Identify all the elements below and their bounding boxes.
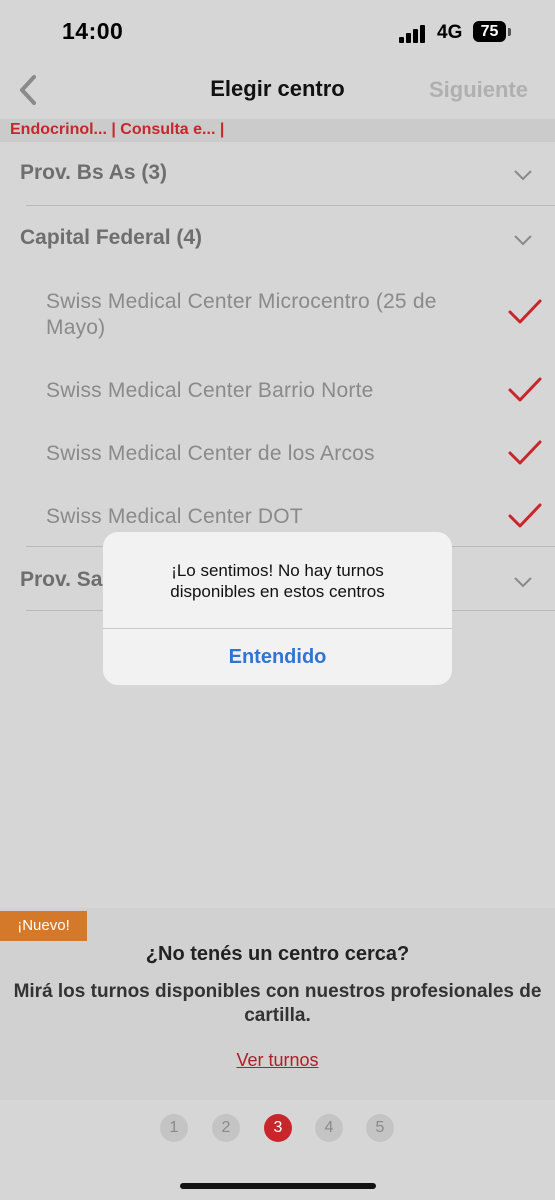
chevron-down-icon[interactable] <box>513 233 533 246</box>
new-badge: ¡Nuevo! <box>0 911 87 941</box>
checkmark-icon <box>507 375 543 405</box>
battery-icon: 75 <box>473 21 506 42</box>
home-indicator <box>180 1183 376 1189</box>
promo-text: Mirá los turnos disponibles con nuestros… <box>13 981 542 1026</box>
cellular-signal-icon <box>399 23 429 43</box>
status-time: 14:00 <box>62 18 124 44</box>
group-prov-bs-as[interactable]: Prov. Bs As (3) <box>20 161 167 185</box>
checkmark-icon <box>507 501 543 531</box>
chevron-down-icon[interactable] <box>513 575 533 588</box>
center-item-barrio-norte[interactable]: Swiss Medical Center Barrio Norte <box>46 378 466 404</box>
center-item-microcentro[interactable]: Swiss Medical Center Microcentro (25 de … <box>46 289 466 341</box>
network-type: 4G <box>437 22 463 43</box>
battery-tip <box>508 28 511 36</box>
center-item-de-los-arcos[interactable]: Swiss Medical Center de los Arcos <box>46 441 466 467</box>
checkmark-icon <box>507 438 543 468</box>
promo-title: ¿No tenés un centro cerca? <box>145 943 410 965</box>
page-step-3: 3 <box>264 1114 292 1142</box>
group-prov-sa[interactable]: Prov. Sa <box>20 568 102 592</box>
page-step-5: 5 <box>366 1114 394 1142</box>
page-step-1: 1 <box>160 1114 188 1142</box>
checkmark-icon <box>507 297 543 327</box>
divider <box>26 205 555 206</box>
page-step-4: 4 <box>315 1114 343 1142</box>
group-capital-federal[interactable]: Capital Federal (4) <box>20 226 202 250</box>
center-item-dot[interactable]: Swiss Medical Center DOT <box>46 504 466 530</box>
page-step-2: 2 <box>212 1114 240 1142</box>
chevron-down-icon[interactable] <box>513 168 533 181</box>
next-button[interactable]: Siguiente <box>429 77 528 103</box>
alert-dialog: ¡Lo sentimos! No hay turnos disponibles … <box>103 532 452 685</box>
understood-button[interactable]: Entendido <box>103 629 452 685</box>
view-appointments-link[interactable]: Ver turnos <box>0 1050 555 1071</box>
dialog-message: ¡Lo sentimos! No hay turnos disponibles … <box>170 561 385 601</box>
breadcrumb: Endocrinol... | Consulta e... | <box>10 121 225 138</box>
